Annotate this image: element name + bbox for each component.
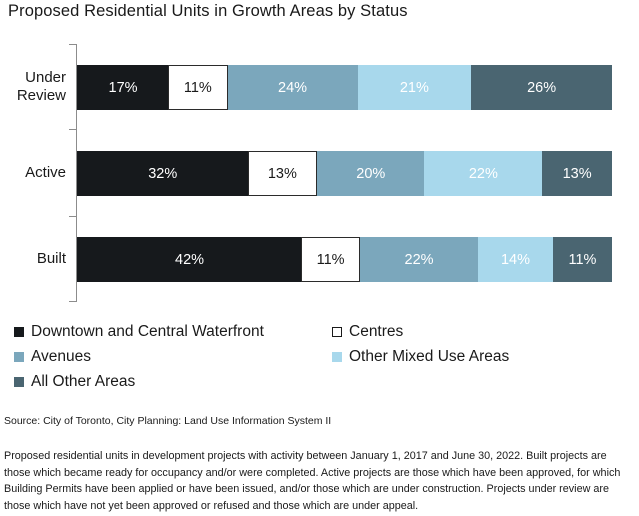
bar-segment-value-label: 42% bbox=[175, 251, 205, 268]
bar-segment: 13% bbox=[247, 151, 318, 196]
bar-segment: 21% bbox=[357, 65, 472, 110]
legend-item: Centres bbox=[332, 323, 403, 341]
chart-row: Under Review 17% 11% 24% 21% 26% bbox=[0, 44, 639, 130]
category-label-under-review: Under Review bbox=[16, 69, 66, 104]
bar-segment: 42% bbox=[77, 237, 303, 282]
bar-segment: 14% bbox=[477, 237, 553, 282]
bar-segment-value-label: 24% bbox=[278, 79, 308, 96]
legend-swatch-icon bbox=[332, 327, 342, 337]
source-attribution: Source: City of Toronto, City Planning: … bbox=[4, 415, 332, 427]
legend-item-label: Other Mixed Use Areas bbox=[349, 348, 510, 365]
bar-segment: 32% bbox=[77, 151, 249, 196]
bar-segment: 20% bbox=[317, 151, 425, 196]
legend-item: Other Mixed Use Areas bbox=[332, 348, 509, 366]
legend-item-label: All Other Areas bbox=[31, 373, 136, 390]
legend-item-label: Avenues bbox=[31, 348, 92, 365]
bar-segment: 13% bbox=[542, 151, 612, 196]
legend-swatch-icon bbox=[332, 352, 342, 362]
bar-segment-value-label: 11% bbox=[568, 251, 597, 268]
bar-segment: 22% bbox=[360, 237, 478, 282]
bar-segment: 22% bbox=[424, 151, 543, 196]
bar-segment: 24% bbox=[227, 65, 358, 110]
bar-segment: 11% bbox=[301, 237, 361, 282]
bar-segment-value-label: 21% bbox=[399, 79, 429, 96]
bar-segment-value-label: 11% bbox=[316, 251, 345, 268]
stacked-bar-under-review: 17% 11% 24% 21% 26% bbox=[77, 65, 613, 110]
category-label-built: Built bbox=[36, 250, 66, 267]
category-label-active: Active bbox=[25, 164, 66, 181]
bar-segment-value-label: 22% bbox=[468, 165, 498, 182]
legend-swatch-icon bbox=[14, 377, 24, 387]
bar-segment-value-label: 22% bbox=[404, 251, 434, 268]
chart-row: Built 42% 11% 22% 14% 11% bbox=[0, 216, 639, 302]
legend-item-label: Centres bbox=[349, 323, 404, 340]
bar-segment: 11% bbox=[168, 65, 228, 110]
bar-segment-value-label: 14% bbox=[500, 251, 530, 268]
stacked-bar-active: 32% 13% 20% 22% 13% bbox=[77, 151, 613, 196]
bar-segment-value-label: 26% bbox=[527, 79, 557, 96]
bar-segment: 17% bbox=[77, 65, 170, 110]
bar-segment-value-label: 13% bbox=[562, 165, 592, 182]
bar-segment-value-label: 17% bbox=[108, 79, 138, 96]
chart-plot-area: Under Review 17% 11% 24% 21% 26% Active 32% 1… bbox=[0, 40, 639, 305]
legend-item: Downtown and Central Waterfront bbox=[14, 323, 264, 341]
bar-segment-value-label: 32% bbox=[148, 165, 178, 182]
legend-item-label: Downtown and Central Waterfront bbox=[31, 323, 264, 340]
chart-legend: Downtown and Central Waterfront Centres … bbox=[10, 320, 630, 398]
bar-segment-value-label: 13% bbox=[267, 165, 297, 182]
legend-item: All Other Areas bbox=[14, 373, 135, 391]
chart-row: Active 32% 13% 20% 22% 13% bbox=[0, 130, 639, 216]
legend-item: Avenues bbox=[14, 348, 91, 366]
legend-swatch-icon bbox=[14, 352, 24, 362]
footnote-text: Proposed residential units in developmen… bbox=[4, 450, 621, 512]
bar-segment: 26% bbox=[471, 65, 612, 110]
page-title: Proposed Residential Units in Growth Are… bbox=[8, 2, 408, 20]
stacked-bar-built: 42% 11% 22% 14% 11% bbox=[77, 237, 613, 282]
bar-segment-value-label: 11% bbox=[183, 79, 212, 96]
bar-segment: 11% bbox=[553, 237, 612, 282]
bar-segment-value-label: 20% bbox=[356, 165, 386, 182]
legend-swatch-icon bbox=[14, 327, 24, 337]
